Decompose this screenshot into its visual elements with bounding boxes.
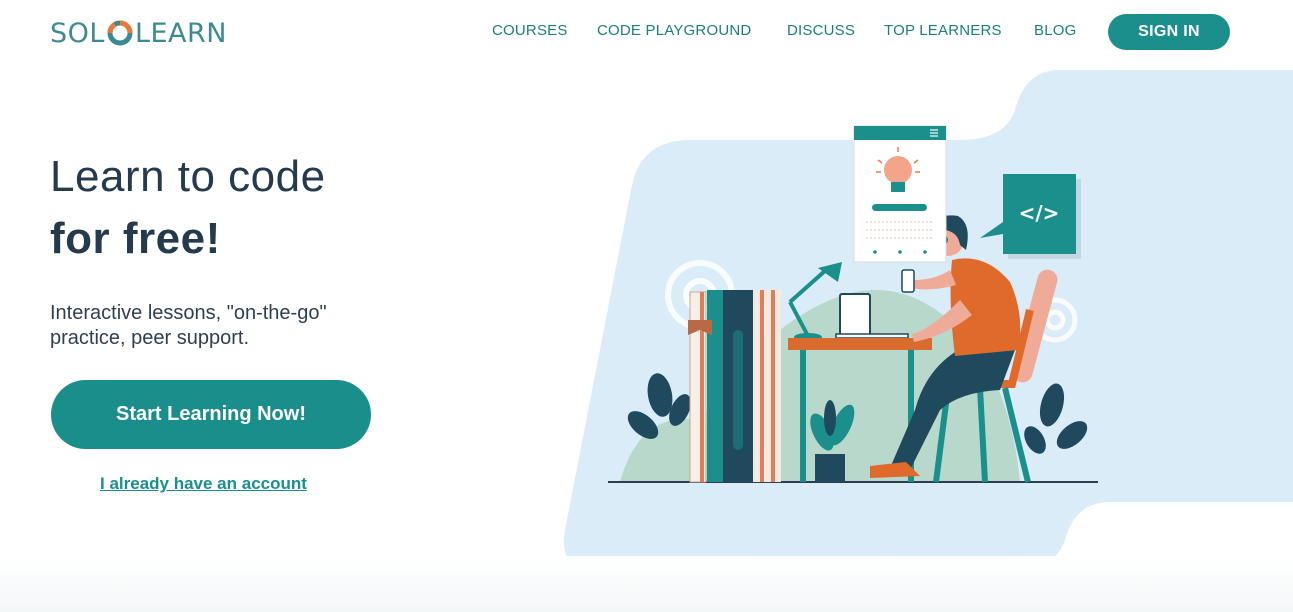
hero-title-line1: Learn to code	[50, 152, 326, 201]
lesson-card	[853, 125, 947, 263]
hero-subtitle: Interactive lessons, "on-the-go" practic…	[50, 302, 327, 349]
laptop-base	[835, 333, 909, 339]
bottom-fade	[0, 556, 1293, 612]
desk-top	[788, 338, 932, 350]
hero-title-line2: for free!	[50, 214, 221, 263]
book-stack	[688, 290, 781, 483]
start-learning-button[interactable]: Start Learning Now!	[51, 380, 371, 449]
code-icon: </>	[1019, 201, 1060, 225]
existing-account-link[interactable]: I already have an account	[100, 474, 307, 494]
laptop-screen	[839, 293, 871, 337]
